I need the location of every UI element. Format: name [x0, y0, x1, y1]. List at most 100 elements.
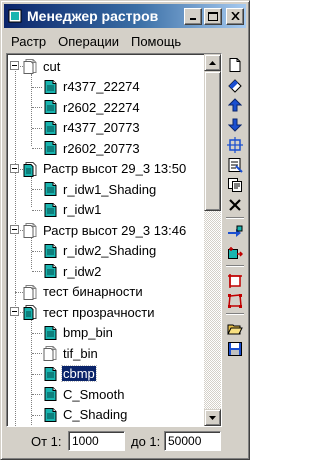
tree-item[interactable]: r2602_20773	[43, 139, 141, 157]
transform-icon	[227, 245, 243, 261]
tree-item[interactable]: tif_bin	[43, 344, 99, 362]
polygon-button[interactable]	[225, 291, 245, 311]
tree-connector	[32, 394, 42, 395]
polygon-icon	[227, 293, 243, 309]
crop-button[interactable]	[225, 271, 245, 291]
properties-button[interactable]	[225, 155, 245, 175]
tree-connector	[32, 332, 42, 334]
scroll-down-button[interactable]	[204, 409, 221, 426]
tree-group[interactable]: Растр высот 29_3 13:46	[23, 221, 187, 239]
tree-group-label: тест бинарности	[43, 284, 143, 299]
scale-range-bar: От 1: до 1:	[1, 431, 249, 453]
menu-help[interactable]: Помощь	[125, 34, 187, 49]
expand-toggle[interactable]	[10, 307, 19, 316]
tree-item-label: r_idw1	[63, 202, 102, 217]
raster-tree[interactable]: cut r4377_22274 r2602_22274 r4377_20773 r260…	[7, 54, 203, 426]
maximize-button[interactable]	[204, 7, 222, 25]
raster-file-icon	[43, 243, 59, 259]
tree-item[interactable]: cbmp	[43, 365, 97, 383]
arrow-down-icon	[209, 415, 216, 420]
tree-item[interactable]: r2602_22274	[43, 98, 141, 116]
tree-item-label: r2602_20773	[63, 140, 140, 156]
raster-file-icon	[43, 366, 59, 382]
tree-connector	[31, 238, 32, 269]
tree-item-label: C_Smooth	[63, 386, 125, 402]
open-button[interactable]	[225, 319, 245, 339]
raster-file-icon	[43, 120, 59, 136]
move-up-button[interactable]	[225, 95, 245, 115]
move-down-button[interactable]	[225, 115, 245, 135]
raster-file-icon	[43, 140, 59, 156]
tree-connector	[32, 414, 42, 416]
close-button[interactable]	[226, 7, 244, 25]
scroll-thumb[interactable]	[204, 71, 221, 211]
raster-group-icon	[23, 161, 39, 177]
tree-connector	[32, 353, 42, 354]
frame-button[interactable]	[225, 135, 245, 155]
app-icon	[7, 8, 23, 24]
delete-button[interactable]	[225, 195, 245, 215]
menu-raster[interactable]: Растр	[5, 34, 52, 49]
expand-toggle[interactable]	[10, 225, 19, 234]
clear-button[interactable]	[225, 75, 245, 95]
tree-item[interactable]: r_idw1_Shading	[43, 180, 157, 198]
raster-file-icon	[43, 202, 59, 218]
tree-group-label: тест прозрачности	[43, 304, 155, 320]
tree-group[interactable]: Растр высот 29_3 13:50	[23, 160, 187, 178]
arrow-up-icon	[209, 60, 216, 65]
toolbar-separator	[226, 217, 244, 219]
tree-item[interactable]: C_Shading	[43, 406, 128, 424]
tree-connector	[15, 291, 23, 293]
transform-button[interactable]	[225, 243, 245, 263]
tree-item[interactable]: r_idw2_Shading	[43, 242, 157, 260]
tree-item-label: cbmp	[61, 365, 97, 382]
raster-file-icon	[43, 325, 59, 341]
tree-group[interactable]: тест прозрачности	[23, 303, 156, 321]
raster-group-icon	[23, 304, 39, 320]
tree-item-label: r4377_20773	[63, 120, 140, 135]
tree-connector	[32, 209, 42, 211]
tree-item[interactable]: r4377_22274	[43, 78, 141, 96]
tree-connector	[32, 250, 42, 252]
vertical-scrollbar[interactable]	[204, 54, 221, 426]
expand-toggle[interactable]	[10, 163, 19, 173]
tree-item[interactable]: r4377_20773	[43, 119, 141, 137]
raster-file-icon	[43, 263, 59, 279]
tree-item[interactable]: r_idw1	[43, 201, 102, 219]
to-scale-input[interactable]	[164, 431, 221, 451]
raster-manager-window: Менеджер растров Растр Операции Помощь c…	[0, 0, 250, 460]
menu-operations[interactable]: Операции	[52, 34, 125, 49]
save-button[interactable]	[225, 339, 245, 359]
tree-item[interactable]: r_idw2	[43, 262, 102, 280]
tree-item-label: r_idw1_Shading	[63, 181, 157, 197]
tree-item-label: bmp_bin	[63, 325, 113, 340]
empty-page-icon	[23, 58, 39, 74]
from-scale-label: От 1:	[31, 434, 62, 449]
tree-item[interactable]: C_Smooth	[43, 385, 125, 403]
tree-group-label: cut	[43, 58, 61, 74]
raster-file-icon	[43, 79, 59, 95]
tree-item-label: C_Shading	[63, 407, 128, 422]
raster-file-icon	[43, 386, 59, 402]
tree-group[interactable]: cut	[23, 57, 61, 75]
scroll-up-button[interactable]	[204, 54, 221, 71]
tree-item[interactable]: bmp_bin	[43, 324, 114, 342]
tree-connector	[32, 107, 42, 108]
expand-toggle[interactable]	[10, 61, 19, 70]
raster-file-icon	[43, 407, 59, 423]
menu-bar: Растр Операции Помощь	[5, 31, 187, 51]
tree-connector	[32, 86, 42, 88]
georef-button[interactable]	[225, 223, 245, 243]
copy-button[interactable]	[225, 175, 245, 195]
tree-item-label: r_idw2	[63, 263, 102, 279]
new-button[interactable]	[225, 55, 245, 75]
tree-connector	[32, 189, 42, 190]
tree-group[interactable]: тест бинарности	[23, 283, 144, 301]
from-scale-input[interactable]	[68, 431, 125, 451]
move-up-icon	[228, 97, 242, 113]
tree-item-label: tif_bin	[63, 345, 98, 361]
toolbar-separator	[226, 265, 244, 267]
title-bar[interactable]: Менеджер растров	[4, 4, 246, 28]
tree-item-label: r2602_22274	[63, 99, 140, 115]
minimize-button[interactable]	[184, 7, 202, 25]
